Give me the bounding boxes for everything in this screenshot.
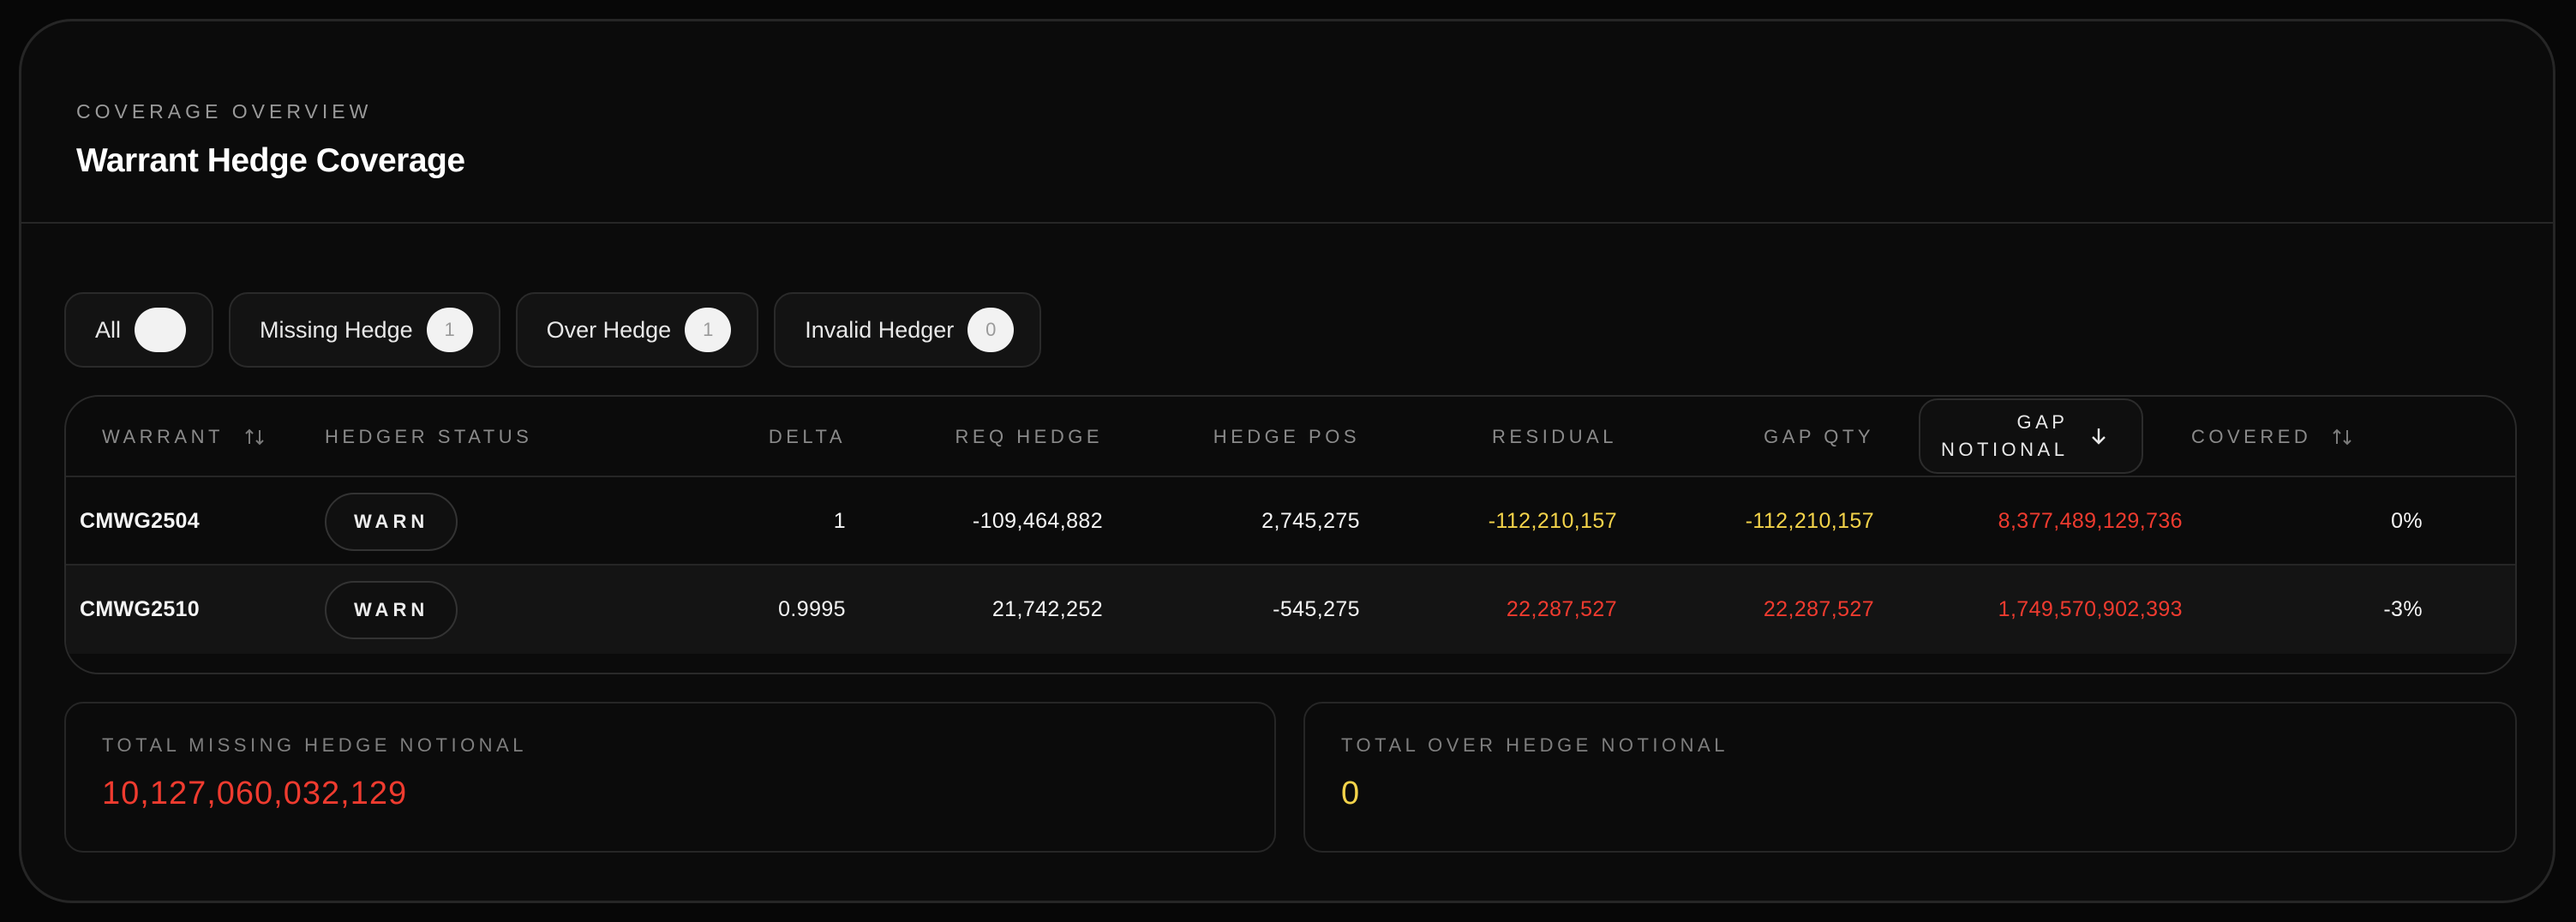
coverage-card: COVERAGE OVERVIEW Warrant Hedge Coverage… <box>19 19 2555 903</box>
column-label: RESIDUAL <box>1491 426 1617 447</box>
filter-missing-hedge[interactable]: Missing Hedge 1 <box>229 292 500 368</box>
column-label: GAP QTY <box>1764 426 1874 447</box>
status-cell: WARN <box>325 566 458 654</box>
filter-over-hedge[interactable]: Over Hedge 1 <box>515 292 759 368</box>
column-label-stack: GAP NOTIONAL <box>1941 409 2068 464</box>
summary-over-hedge: TOTAL OVER HEDGE NOTIONAL 0 <box>1303 702 2517 853</box>
covered-cell: 0% <box>2391 509 2423 533</box>
summary-label: TOTAL MISSING HEDGE NOTIONAL <box>102 734 527 756</box>
status-badge: WARN <box>325 492 458 551</box>
delta-cell: 1 <box>833 509 846 533</box>
column-label: HEDGER STATUS <box>325 426 533 447</box>
filter-invalid-hedger[interactable]: Invalid Hedger 0 <box>774 292 1042 368</box>
summary-missing-hedge: TOTAL MISSING HEDGE NOTIONAL 10,127,060,… <box>64 702 1276 853</box>
residual-cell: -112,210,157 <box>1488 509 1617 533</box>
column-header-hedger-status[interactable]: HEDGER STATUS <box>325 397 532 477</box>
summary-value: 0 <box>1341 775 1361 811</box>
column-label: HEDGE POS <box>1213 426 1360 447</box>
column-header-residual[interactable]: RESIDUAL <box>1403 397 1617 477</box>
delta-cell: 0.9995 <box>778 597 846 621</box>
filter-count <box>135 308 187 352</box>
coverage-table: WARRANT HEDGER STATUS DELTA REQ HEDGE HE… <box>64 395 2517 674</box>
residual-cell: 22,287,527 <box>1506 597 1617 621</box>
column-label-line: NOTIONAL <box>1941 439 2069 460</box>
column-label: COVERED <box>2191 426 2312 447</box>
filter-all[interactable]: All <box>64 292 214 368</box>
filter-label: All <box>95 316 122 343</box>
column-label: DELTA <box>768 426 846 447</box>
column-header-hedge-pos[interactable]: HEDGE POS <box>1146 397 1360 477</box>
status-badge: WARN <box>325 580 458 639</box>
filter-count: 0 <box>967 308 1015 352</box>
warrant-cell: CMWG2504 <box>80 509 200 533</box>
req-hedge-cell: 21,742,252 <box>991 597 1103 621</box>
filter-count: 1 <box>426 308 473 352</box>
gap-qty-cell: 22,287,527 <box>1763 597 1874 621</box>
sort-updown-icon[interactable] <box>243 425 267 449</box>
covered-cell: -3% <box>2383 597 2423 621</box>
column-header-covered[interactable]: COVERED <box>2191 397 2354 477</box>
table-row[interactable]: CMWG2510 WARN 0.9995 21,742,252 -545,275… <box>66 566 2515 654</box>
column-label: REQ HEDGE <box>955 426 1103 447</box>
gap-qty-cell: -112,210,157 <box>1745 509 1874 533</box>
gap-notional-cell: 1,749,570,902,393 <box>1998 597 2183 621</box>
column-header-warrant[interactable]: WARRANT <box>102 397 267 477</box>
summary-value: 10,127,060,032,129 <box>102 775 408 811</box>
table-header: WARRANT HEDGER STATUS DELTA REQ HEDGE HE… <box>66 397 2515 477</box>
req-hedge-cell: -109,464,882 <box>972 509 1103 533</box>
column-label: WARRANT <box>102 426 224 447</box>
eyebrow-label: COVERAGE OVERVIEW <box>76 100 373 123</box>
column-header-gap-qty[interactable]: GAP QTY <box>1660 397 1874 477</box>
filter-chips: All Missing Hedge 1 Over Hedge 1 Invalid… <box>64 292 1042 368</box>
table-row[interactable]: CMWG2504 WARN 1 -109,464,882 2,745,275 -… <box>66 477 2515 566</box>
warrant-cell: CMWG2510 <box>80 597 200 621</box>
summary-label: TOTAL OVER HEDGE NOTIONAL <box>1341 734 1728 756</box>
filter-label: Over Hedge <box>546 316 672 343</box>
status-cell: WARN <box>325 477 458 566</box>
filter-label: Missing Hedge <box>260 316 413 343</box>
column-header-gap-notional[interactable]: GAP NOTIONAL <box>1919 398 2143 474</box>
column-header-req-hedge[interactable]: REQ HEDGE <box>889 397 1103 477</box>
sort-updown-icon[interactable] <box>2330 425 2354 449</box>
gap-notional-cell: 8,377,489,129,736 <box>1998 509 2183 533</box>
arrow-down-icon[interactable] <box>2087 424 2111 448</box>
filter-count: 1 <box>685 308 732 352</box>
page-title: Warrant Hedge Coverage <box>76 142 465 179</box>
hedge-pos-cell: -545,275 <box>1273 597 1360 621</box>
hedge-pos-cell: 2,745,275 <box>1261 509 1360 533</box>
card-header: COVERAGE OVERVIEW Warrant Hedge Coverage <box>21 21 2553 224</box>
column-header-delta[interactable]: DELTA <box>700 397 846 477</box>
column-label-line: GAP <box>2016 411 2069 433</box>
filter-label: Invalid Hedger <box>805 316 955 343</box>
